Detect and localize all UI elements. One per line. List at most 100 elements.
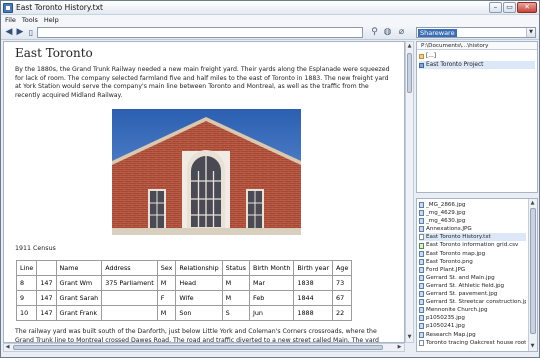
file-list-item[interactable]: _mg_4629.jpg	[419, 209, 526, 217]
file-list-item[interactable]: Research Map.jpg	[419, 331, 526, 339]
file-list-item[interactable]: Gerrard St. Athletic field.jpg	[419, 282, 526, 290]
address-input[interactable]	[37, 27, 363, 38]
file-list-item[interactable]: Mennonite Church.jpg	[419, 306, 526, 314]
folder-item-parent[interactable]: [...]	[419, 52, 436, 60]
file-label: p1050235.jpg	[426, 315, 465, 322]
image-file-icon	[419, 266, 424, 273]
image-file-icon	[419, 210, 424, 217]
scroll-thumb[interactable]	[13, 345, 383, 350]
census-table: Line Name Address Sex Relationship Statu…	[15, 260, 353, 321]
file-label: East Toronto map.jpg	[426, 250, 486, 257]
forward-arrow-icon[interactable]: ▶	[15, 27, 25, 38]
file-list: _MG_2866.jpg _mg_4629.jpg _mg_4630.jpg Anne…	[419, 201, 526, 347]
maximize-button[interactable]: ▭	[503, 2, 516, 13]
file-list-item[interactable]: Gerrard St. and Main.jpg	[419, 274, 526, 282]
magnifier-icon[interactable]: ⚲	[369, 27, 380, 38]
table-header-row: Line Name Address Sex Relationship Statu…	[15, 260, 353, 276]
image-file-icon	[419, 274, 424, 281]
text-file-icon	[419, 234, 424, 241]
file-label: Ford Plant.JPG	[426, 266, 466, 273]
file-label: Annexations.JPG	[426, 226, 472, 233]
file-label: East Toronto History.txt	[426, 234, 491, 241]
file-list-item[interactable]: _mg_4630.jpg	[419, 217, 526, 225]
paragraph-intro: By the 1880s, the Grand Trunk Railway ne…	[15, 66, 390, 99]
document-pane[interactable]: East Toronto By the 1880s, the Grand Tru…	[3, 41, 405, 343]
file-list-item[interactable]: East Toronto History.txt	[419, 233, 526, 242]
file-list-item[interactable]: p1050235.jpg	[419, 314, 526, 322]
folder-label: [...]	[426, 53, 437, 59]
file-list-item[interactable]: Toronto tracing Oakcrest house roots.txt	[419, 339, 526, 347]
col-header: Relationship	[175, 260, 223, 276]
scroll-right-icon[interactable]: ▶	[396, 343, 403, 352]
file-list-item[interactable]: Ford Plant.JPG	[419, 266, 526, 274]
table-row: 10 147 Grant Frank M Son S Jun 1888 22	[15, 305, 353, 321]
file-list-item[interactable]: East Toronto map.jpg	[419, 250, 526, 258]
file-label: Toronto tracing Oakcrest house roots.txt	[426, 339, 526, 346]
scroll-up-icon[interactable]: ▲	[529, 199, 536, 208]
document-vertical-scrollbar[interactable]: ▲ ▼	[405, 41, 414, 343]
toolbar: ◀ ▶ ▯ ⚲ ◍ ⌀ Shareware ▼	[1, 25, 539, 40]
col-header: Sex	[156, 260, 177, 276]
col-header: Name	[55, 260, 103, 276]
col-header: Age	[332, 260, 353, 276]
scroll-down-icon[interactable]: ▼	[406, 333, 413, 342]
census-label: 1911 Census	[15, 245, 56, 252]
file-label: p1050241.jpg	[426, 323, 465, 330]
building-photo	[112, 109, 301, 235]
minimize-button[interactable]: –	[489, 2, 502, 13]
file-list-item[interactable]: _MG_2866.jpg	[419, 201, 526, 209]
file-label: East Toronto.png	[426, 258, 473, 265]
file-label: _mg_4629.jpg	[426, 210, 466, 217]
menu-file[interactable]: File	[5, 15, 16, 25]
table-cell: Grant Sarah	[55, 290, 103, 306]
table-cell: Mar	[248, 275, 295, 291]
back-arrow-icon[interactable]: ◀	[4, 27, 14, 38]
text-file-icon	[419, 339, 424, 346]
file-list-item[interactable]: East Toronto.png	[419, 258, 526, 266]
close-button[interactable]: ✕	[517, 2, 537, 13]
project-icon	[419, 62, 424, 68]
scroll-up-icon[interactable]: ▲	[406, 42, 413, 51]
col-header: Address	[101, 260, 158, 276]
scroll-left-icon[interactable]: ◀	[4, 343, 11, 352]
folder-icon	[419, 53, 424, 59]
file-list-scrollbar[interactable]: ▲ ▼	[528, 199, 537, 351]
window-controls: – ▭ ✕	[489, 2, 537, 13]
doc-title: East Toronto	[15, 46, 93, 60]
file-label: _mg_4630.jpg	[426, 218, 466, 225]
table-cell: M	[221, 290, 251, 306]
file-label: Gerrard St. pavement.jpg	[426, 291, 498, 298]
table-cell: 375 Parliament	[101, 275, 158, 291]
file-label: Gerrard St. Athletic field.jpg	[426, 282, 505, 289]
table-cell: Head	[175, 275, 223, 291]
category-dropdown[interactable]: Shareware ▼	[416, 27, 536, 38]
lightbulb-icon[interactable]: ◍	[382, 27, 393, 38]
app-icon	[3, 3, 13, 13]
file-list-item[interactable]: p1050241.jpg	[419, 322, 526, 330]
paperclip-icon[interactable]: ⌀	[396, 27, 407, 38]
col-header: Birth year	[293, 260, 334, 276]
file-list-item[interactable]: Gerrard St. pavement.jpg	[419, 290, 526, 298]
window-title: East Toronto History.txt	[16, 3, 103, 12]
table-cell	[101, 290, 158, 306]
scroll-down-icon[interactable]: ▼	[529, 342, 536, 351]
image-file-icon	[419, 315, 424, 322]
menu-tools[interactable]: Tools	[22, 15, 38, 25]
file-list-item[interactable]: East Toronto information grid.csv	[419, 241, 526, 249]
scroll-thumb[interactable]	[530, 208, 536, 334]
file-list-item[interactable]: Gerrard St. Streetcar construction.jpg	[419, 298, 526, 306]
chevron-down-icon[interactable]: ▼	[526, 28, 535, 37]
table-cell: 147	[36, 290, 57, 306]
path-header[interactable]: P:\Documents\...\history	[417, 42, 537, 50]
folder-item-project[interactable]: East Toronto Project	[419, 61, 535, 69]
file-list-item[interactable]: Annexations.JPG	[419, 225, 526, 233]
table-cell: 10	[15, 305, 38, 321]
table-cell	[101, 305, 158, 321]
document-icon[interactable]: ▯	[26, 27, 36, 38]
scroll-thumb[interactable]	[407, 53, 412, 93]
document-horizontal-scrollbar[interactable]: ◀ ▶	[3, 343, 405, 352]
menu-help[interactable]: Help	[44, 15, 59, 25]
table-cell: 9	[15, 290, 38, 306]
title-bar[interactable]: East Toronto History.txt – ▭ ✕	[1, 1, 539, 15]
table-cell: Feb	[248, 290, 295, 306]
